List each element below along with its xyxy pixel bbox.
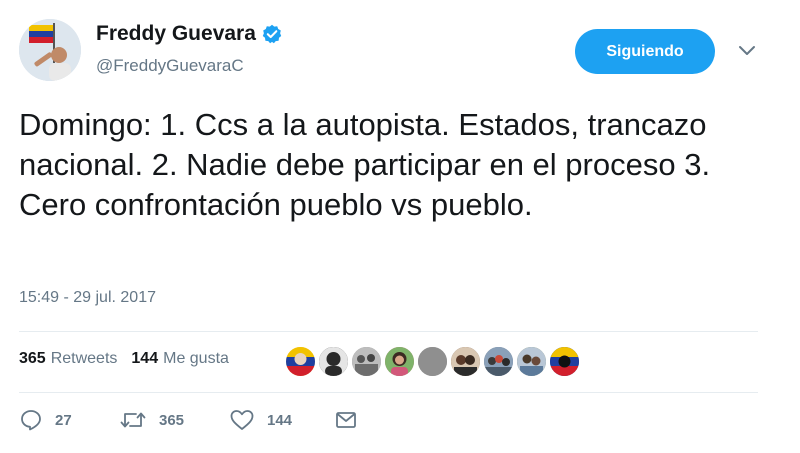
like-count: 144 — [267, 411, 293, 429]
retweets-label: Retweets — [50, 350, 118, 367]
likes-count: 144 — [131, 350, 159, 367]
reply-action[interactable]: 27 — [19, 408, 119, 432]
likes-stat[interactable]: 144 Me gusta — [131, 350, 229, 368]
woman-avatar-icon — [385, 347, 414, 376]
gray-avatar-icon — [418, 347, 447, 376]
direct-message-action[interactable] — [334, 408, 358, 432]
author-handle[interactable]: @FreddyGuevaraC — [96, 56, 244, 76]
liker-avatar[interactable] — [417, 346, 448, 377]
liker-avatar[interactable] — [285, 346, 316, 377]
envelope-icon — [336, 412, 356, 428]
flag-avatar-icon — [550, 347, 579, 376]
tweet-actions: 27 365 144 — [19, 408, 358, 432]
heart-icon — [230, 410, 254, 430]
liker-avatar[interactable] — [516, 346, 547, 377]
tweet-stats: 365 Retweets 144 Me gusta — [19, 350, 243, 368]
divider-top — [19, 331, 758, 332]
venezuela-flag-avatar-icon — [286, 347, 315, 376]
author-name-row: Freddy Guevara — [96, 22, 282, 46]
liker-avatar[interactable] — [318, 346, 349, 377]
crowd-avatar-icon — [484, 347, 513, 376]
following-button[interactable]: Siguiendo — [575, 29, 715, 74]
divider-bottom — [19, 392, 758, 393]
retweet-action[interactable]: 365 — [119, 408, 229, 432]
avatar-image-icon — [19, 19, 81, 81]
like-action[interactable]: 144 — [229, 408, 334, 432]
liker-avatar[interactable] — [351, 346, 382, 377]
retweets-stat[interactable]: 365 Retweets — [19, 350, 117, 368]
reply-count: 27 — [55, 411, 72, 429]
group-photo-avatar-icon — [352, 347, 381, 376]
author-avatar[interactable] — [19, 19, 81, 81]
retweet-count: 365 — [159, 411, 185, 429]
reply-icon — [21, 410, 41, 431]
likers-avatars — [285, 346, 582, 377]
liker-avatar[interactable] — [450, 346, 481, 377]
verified-badge-icon — [262, 24, 282, 44]
retweets-count: 365 — [19, 350, 46, 367]
retweet-icon — [120, 412, 146, 428]
tweet-timestamp[interactable]: 15:49 - 29 jul. 2017 — [19, 289, 156, 307]
liker-avatar[interactable] — [483, 346, 514, 377]
likes-label: Me gusta — [163, 350, 229, 367]
couple-avatar-icon — [451, 347, 480, 376]
author-name[interactable]: Freddy Guevara — [96, 22, 256, 46]
person-avatar-icon — [319, 347, 348, 376]
more-options-chevron-icon[interactable] — [737, 43, 757, 57]
family-avatar-icon — [517, 347, 546, 376]
tweet-text: Domingo: 1. Ccs a la autopista. Estados,… — [19, 107, 711, 222]
liker-avatar[interactable] — [384, 346, 415, 377]
liker-avatar[interactable] — [549, 346, 580, 377]
